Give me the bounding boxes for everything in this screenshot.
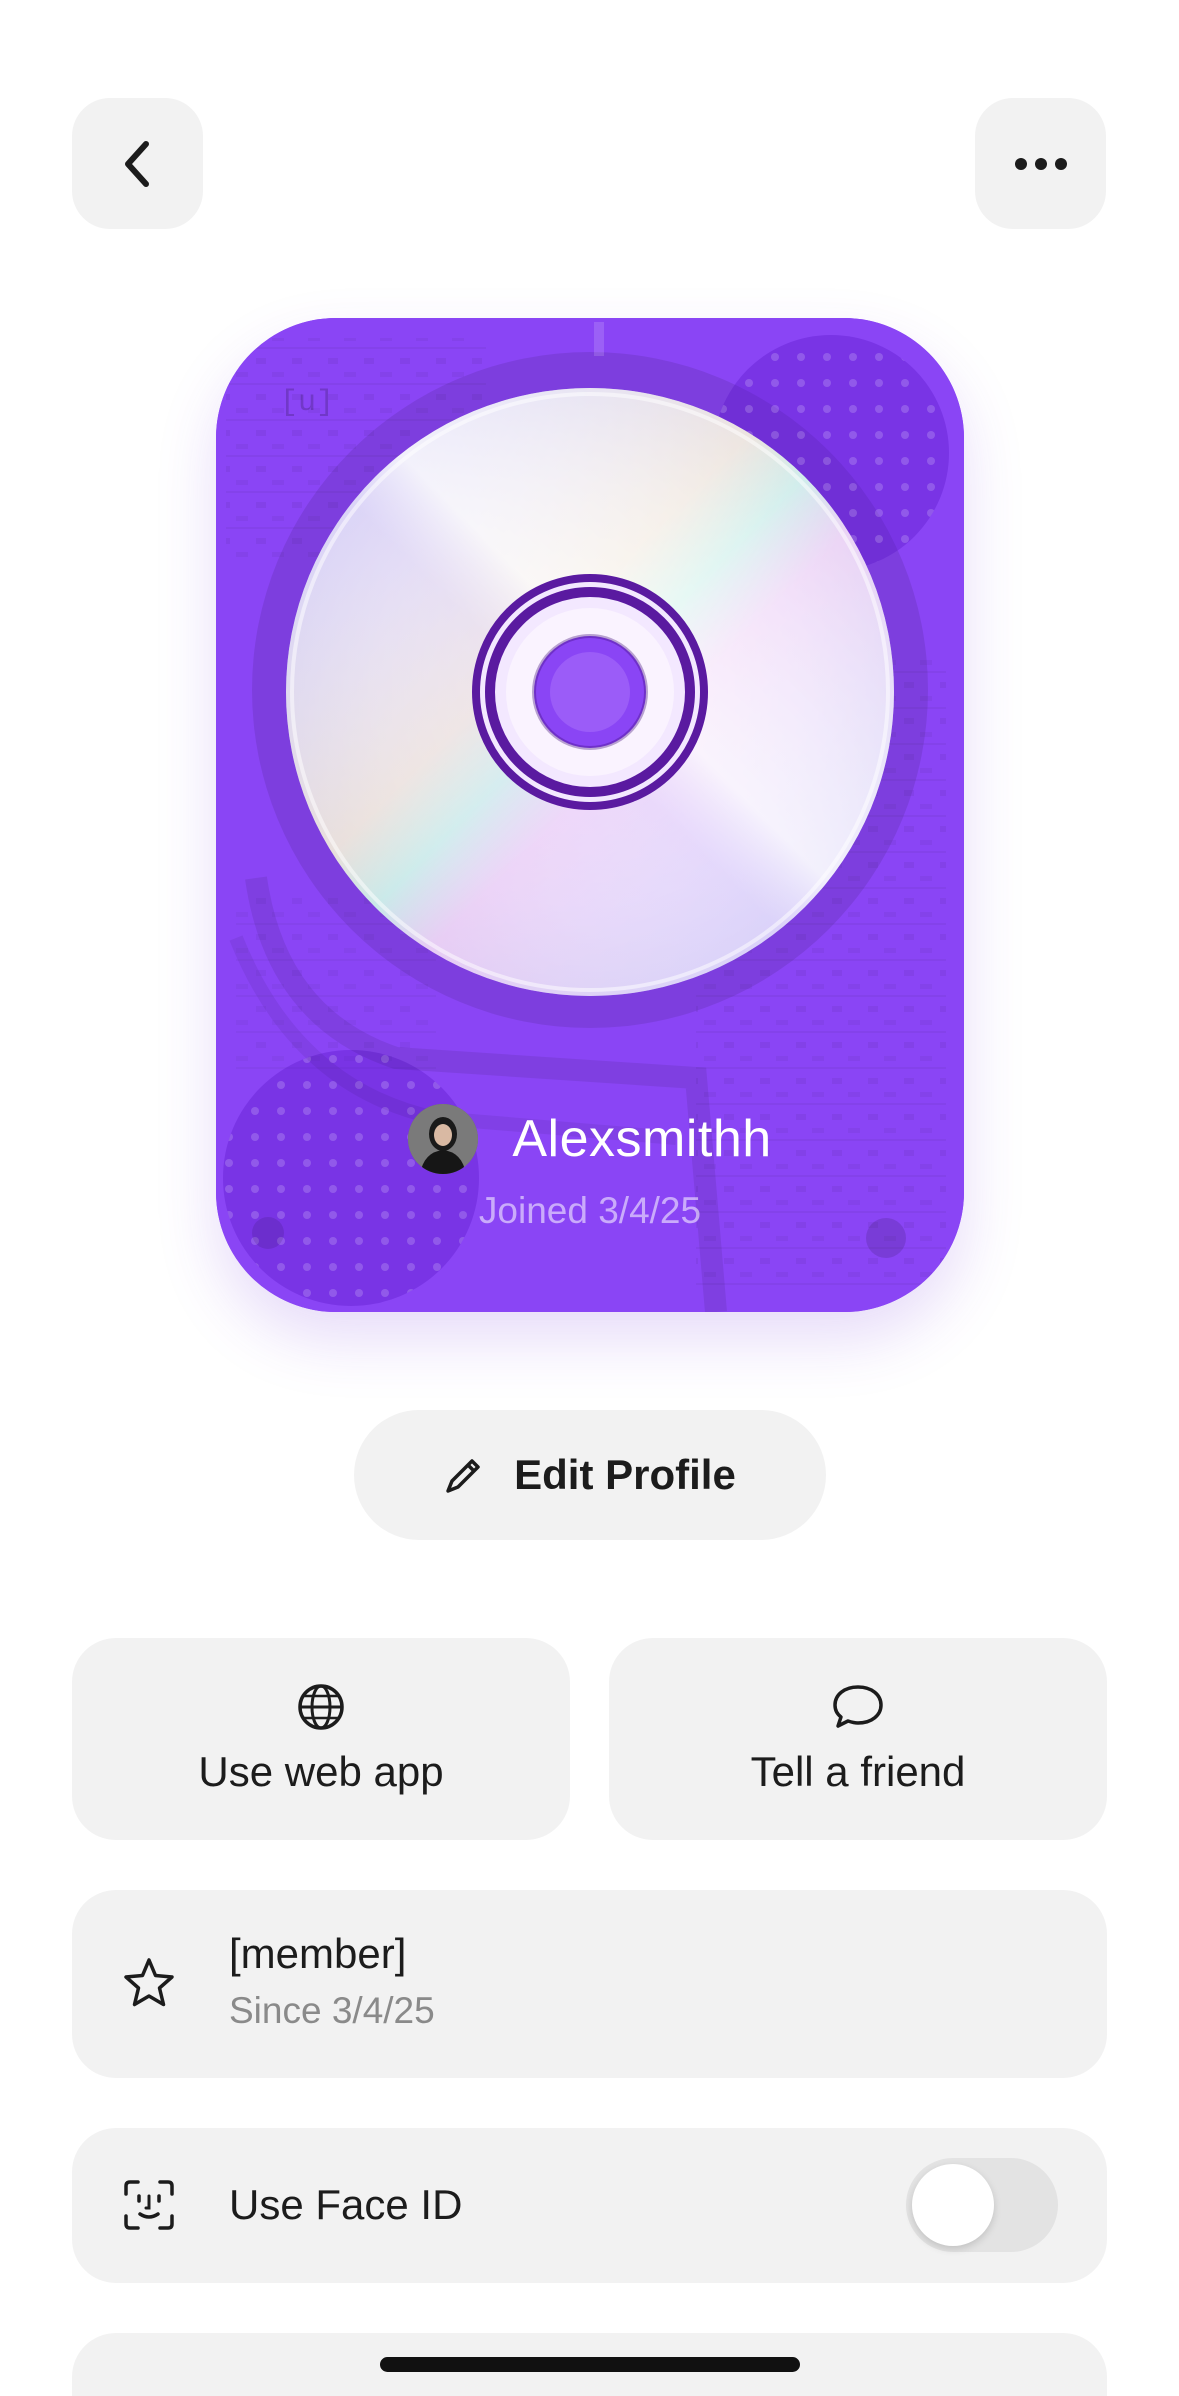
face-id-icon [124,2180,174,2230]
card-user-info: Alexsmithh [216,1104,964,1174]
membership-title: [member] [229,1930,407,1977]
pencil-icon [446,1459,480,1493]
edit-profile-button[interactable]: Edit Profile [354,1410,826,1540]
avatar[interactable] [408,1104,479,1174]
back-button[interactable] [72,98,203,229]
face-id-row: Use Face ID [72,2128,1107,2283]
more-horizontal-icon [1014,157,1067,170]
joined-date: Joined 3/4/25 [478,1190,702,1231]
face-id-toggle[interactable] [906,2158,1058,2252]
use-web-app-button[interactable]: Use web app [72,1638,570,1840]
chevron-left-icon [124,140,149,187]
tell-a-friend-button[interactable]: Tell a friend [609,1638,1107,1840]
toggle-knob [912,2164,994,2246]
edit-profile-label: Edit Profile [514,1451,736,1498]
membership-row[interactable]: [member] Since 3/4/25 [72,1890,1107,2078]
membership-since: Since 3/4/25 [229,1990,435,2031]
face-id-label: Use Face ID [229,2181,463,2228]
use-web-app-label: Use web app [198,1748,444,1795]
profile-card[interactable]: [u] Alexsmithh Joined 3/4/25 [216,318,964,1312]
cd-disc-graphic [286,388,894,996]
home-indicator [380,2357,800,2372]
tell-a-friend-label: Tell a friend [750,1748,966,1795]
profile-screen: [u] Alexsmithh Joined 3/4/25 Edit Profil… [0,0,1179,2396]
username: Alexsmithh [512,1110,772,1168]
more-options-button[interactable] [975,98,1106,229]
avatar-photo [408,1104,479,1174]
star-icon [124,1958,174,2007]
chat-bubble-icon [833,1685,883,1728]
globe-icon [298,1684,344,1730]
